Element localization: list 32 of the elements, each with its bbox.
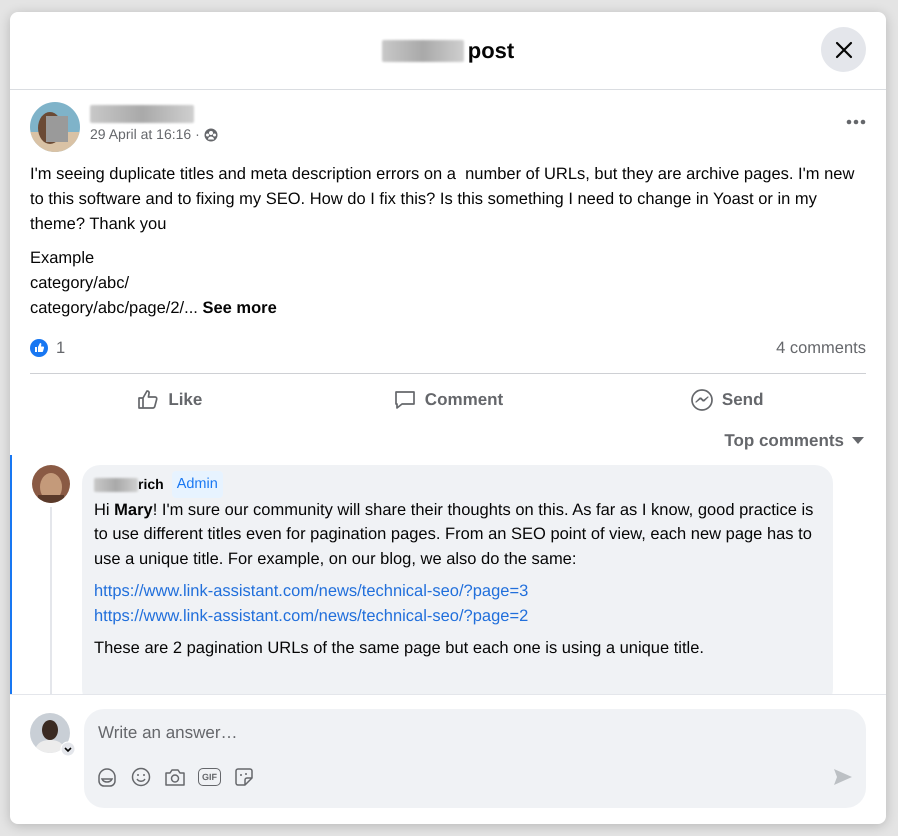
emoji-icon[interactable] [130, 766, 152, 788]
chevron-icon[interactable] [60, 741, 76, 757]
admin-badge: Admin [172, 471, 223, 498]
like-icon [136, 388, 160, 412]
comments-count[interactable]: 4 comments [776, 336, 866, 361]
avatar-sticker-icon[interactable] [96, 766, 118, 788]
close-icon [834, 40, 852, 58]
post-text: Example category/abc/ category/abc/page/2/... See more [30, 248, 278, 319]
caret-icon [852, 437, 864, 444]
more-icon[interactable] [846, 118, 866, 125]
comment-text: Hi Mary! I'm sure our community will share their thoughts on this. As far as I know, good practice is to use different titles even for pagination pages. From an SEO point of view, each new page has to use a unique title. For example, on our blog, we also do the same: [94, 500, 814, 570]
group-icon [204, 128, 218, 142]
reaction-count[interactable]: 1 [56, 336, 66, 361]
sort-dropdown[interactable]: Top comments [724, 426, 864, 456]
commenter-name[interactable]: rich [138, 472, 164, 497]
post-time[interactable]: 29 April at 16:16 · [90, 124, 200, 145]
url-link[interactable]: https://www.link-assistant.com/news/technical-seo/?page=2 [94, 606, 528, 625]
close-button[interactable] [821, 27, 866, 72]
comment-field[interactable]: Write an answer… GIF [84, 709, 866, 808]
redaction-blur [94, 478, 138, 492]
like-reaction-icon [30, 339, 48, 358]
url-link[interactable]: https://www.link-assistant.com/news/technical-seo/?page=3 [94, 582, 528, 600]
comment-button[interactable]: Comment [308, 378, 588, 422]
post-text: I'm seeing duplicate titles and meta description errors on a number of URLs, but they are archive pages. I'm new to this software and to fixing my SEO. How do I fix this? Is this something I need to change in Yoast or in my theme? Thank you [30, 164, 856, 235]
comment-text: These are 2 pagination URLs of the same page but each one is using a unique title. [94, 638, 705, 660]
see-more-link[interactable]: See more [202, 299, 277, 317]
sticker-icon[interactable] [233, 766, 255, 788]
dialog-title: post [468, 37, 514, 65]
messenger-icon [690, 388, 714, 412]
like-button[interactable]: Like [30, 378, 309, 422]
send-button[interactable]: Send [587, 378, 866, 422]
gif-button[interactable]: GIF [198, 768, 221, 786]
